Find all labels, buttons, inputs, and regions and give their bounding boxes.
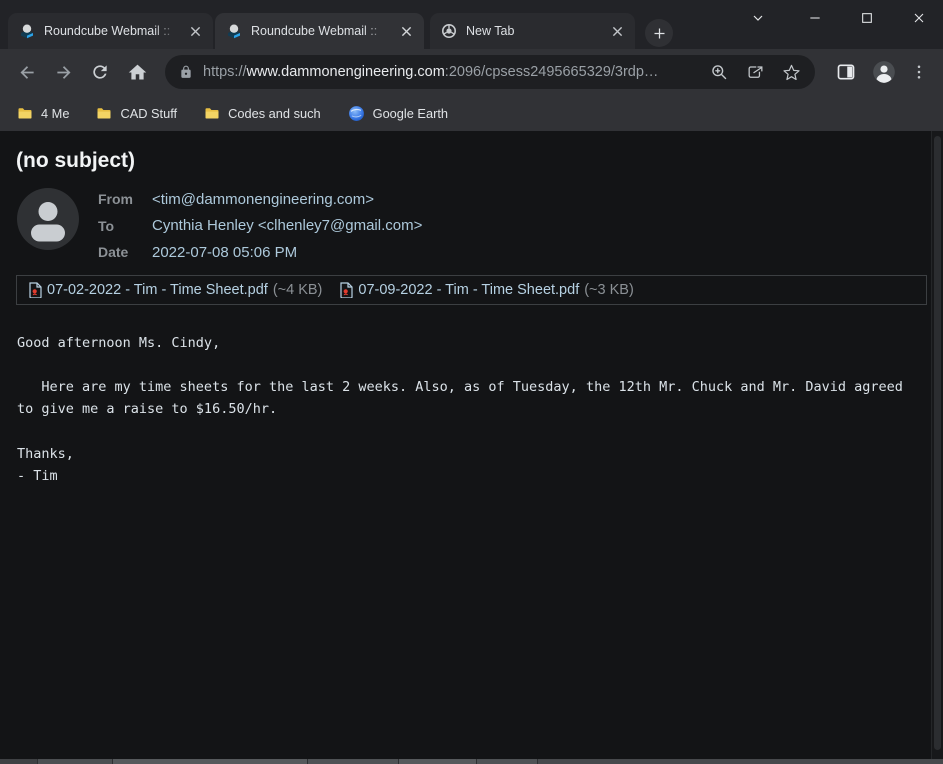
minimize-button[interactable]	[805, 8, 825, 28]
chrome-favicon	[441, 23, 457, 39]
header-row-date: Date 2022-07-08 05:06 PM	[98, 239, 422, 266]
back-icon	[17, 62, 38, 83]
tab-close-icon[interactable]	[187, 23, 204, 40]
tab-title: Roundcube Webmail ::	[251, 24, 392, 38]
message-subject: (no subject)	[16, 148, 927, 174]
bookmark-label: Google Earth	[373, 106, 448, 121]
tab-new-tab[interactable]: New Tab	[430, 13, 635, 49]
attachment-link-2[interactable]: 07-09-2022 - Tim - Time Sheet.pdf (~3 KB)	[339, 282, 633, 298]
tab-close-icon[interactable]	[398, 23, 415, 40]
new-tab-plus-icon	[652, 26, 667, 41]
vertical-scrollbar[interactable]	[931, 131, 943, 759]
attachment-link-1[interactable]: 07-02-2022 - Tim - Time Sheet.pdf (~4 KB)	[28, 282, 322, 298]
header-label: To	[98, 218, 152, 234]
tab-title: New Tab	[466, 24, 603, 38]
header-row-from: From <tim@dammonengineering.com>	[98, 186, 422, 213]
message-body: Good afternoon Ms. Cindy, Here are my ti…	[17, 332, 943, 488]
roundcube-favicon	[19, 23, 35, 39]
attachment-size: (~3 KB)	[584, 282, 634, 298]
google-earth-icon	[348, 105, 365, 122]
browser-menu-button[interactable]	[910, 63, 928, 81]
bookmarks-bar: 4 Me CAD Stuff Codes and such Google Ear…	[0, 95, 943, 131]
bookmark-folder-4me[interactable]: 4 Me	[17, 105, 69, 121]
webmail-message-view: (no subject) From <tim@dammonengineering…	[0, 131, 943, 759]
tab-roundcube-webmail-2[interactable]: Roundcube Webmail ::	[215, 13, 424, 49]
url-scheme: https://	[203, 64, 247, 80]
address-bar[interactable]: https://www.dammonengineering.com:2096/c…	[165, 55, 815, 89]
forward-button[interactable]	[52, 61, 74, 83]
taskbar-segment	[398, 759, 476, 764]
header-rows: From <tim@dammonengineering.com> To Cynt…	[98, 186, 422, 266]
home-button[interactable]	[126, 61, 148, 83]
bookmark-folder-codes-and-such[interactable]: Codes and such	[204, 105, 320, 121]
bookmark-google-earth[interactable]: Google Earth	[348, 105, 448, 122]
tab-close-icon[interactable]	[609, 23, 626, 40]
side-panel-icon	[836, 62, 856, 82]
bookmark-star-icon	[782, 63, 801, 82]
bookmark-label: Codes and such	[228, 106, 320, 121]
attachment-name: 07-02-2022 - Tim - Time Sheet.pdf	[47, 282, 268, 298]
side-panel-button[interactable]	[836, 62, 856, 82]
header-value-from: <tim@dammonengineering.com>	[152, 191, 374, 208]
contact-avatar-icon	[17, 188, 79, 266]
bookmark-star-button[interactable]	[782, 63, 801, 82]
pdf-file-icon	[339, 282, 353, 298]
menu-dots-icon	[910, 63, 928, 81]
url-domain: www.dammonengineering.com	[247, 64, 445, 80]
bookmark-label: CAD Stuff	[120, 106, 177, 121]
taskbar-segment	[307, 759, 398, 764]
new-tab-button[interactable]	[645, 19, 673, 47]
reload-icon	[90, 62, 110, 82]
url-text: https://www.dammonengineering.com:2096/c…	[203, 64, 693, 80]
browser-window: Roundcube Webmail :: Roundcube Webmail :…	[0, 0, 943, 764]
zoom-icon	[710, 63, 729, 82]
folder-icon	[204, 105, 220, 121]
lock-icon	[179, 65, 193, 79]
header-row-to: To Cynthia Henley <clhenley7@gmail.com>	[98, 213, 422, 240]
taskbar-segment	[537, 759, 943, 764]
taskbar-segment	[476, 759, 537, 764]
window-close-button[interactable]	[909, 8, 929, 28]
taskbar-segment	[0, 759, 37, 764]
attachment-name: 07-09-2022 - Tim - Time Sheet.pdf	[358, 282, 579, 298]
header-value-to: Cynthia Henley <clhenley7@gmail.com>	[152, 217, 422, 234]
header-label: From	[98, 191, 152, 207]
tab-search-chevron-icon	[750, 10, 766, 26]
taskbar-segment	[37, 759, 112, 764]
roundcube-favicon	[226, 23, 242, 39]
maximize-button[interactable]	[857, 8, 877, 28]
profile-avatar-icon	[871, 59, 897, 85]
zoom-button[interactable]	[710, 63, 729, 82]
bookmark-folder-cad-stuff[interactable]: CAD Stuff	[96, 105, 177, 121]
scrollbar-thumb[interactable]	[934, 136, 941, 750]
folder-icon	[17, 105, 33, 121]
windows-taskbar-edge	[0, 759, 943, 764]
reload-button[interactable]	[89, 61, 111, 83]
url-path: :2096/cpsess2495665329/3rdp…	[445, 64, 659, 80]
home-icon	[127, 62, 148, 83]
attachment-size: (~4 KB)	[273, 282, 323, 298]
taskbar-segment	[112, 759, 307, 764]
share-button[interactable]	[746, 63, 765, 82]
header-value-date: 2022-07-08 05:06 PM	[152, 244, 297, 261]
forward-icon	[53, 62, 74, 83]
window-close-icon	[911, 10, 927, 26]
back-button[interactable]	[16, 61, 38, 83]
tab-roundcube-webmail-1[interactable]: Roundcube Webmail ::	[8, 13, 213, 49]
header-label: Date	[98, 244, 152, 260]
profile-button[interactable]	[871, 59, 897, 85]
share-icon	[746, 63, 765, 82]
message-headers: From <tim@dammonengineering.com> To Cynt…	[17, 186, 943, 266]
tab-title: Roundcube Webmail ::	[44, 24, 181, 38]
bookmark-label: 4 Me	[41, 106, 69, 121]
attachments-list: 07-02-2022 - Tim - Time Sheet.pdf (~4 KB)…	[16, 275, 927, 305]
tab-strip: Roundcube Webmail :: Roundcube Webmail :…	[0, 0, 943, 49]
maximize-icon	[859, 10, 875, 26]
folder-icon	[96, 105, 112, 121]
browser-toolbar: https://www.dammonengineering.com:2096/c…	[0, 49, 943, 95]
tab-search-button[interactable]	[748, 8, 768, 28]
pdf-file-icon	[28, 282, 42, 298]
minimize-icon	[807, 10, 823, 26]
